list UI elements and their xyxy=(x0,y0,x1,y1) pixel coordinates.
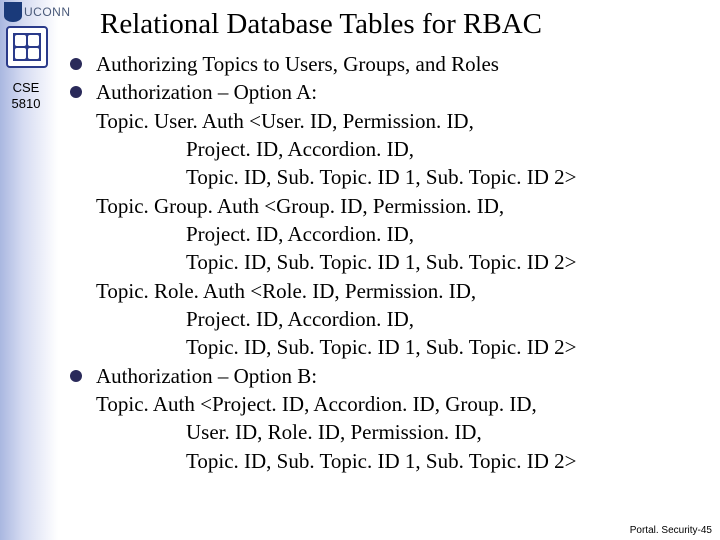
bullet-icon xyxy=(70,86,82,98)
schema-line: Topic. Role. Auth <Role. ID, Permission.… xyxy=(96,277,710,305)
bullet-item: Authorizing Topics to Users, Groups, and… xyxy=(70,50,710,78)
org-name: UCONN xyxy=(24,5,71,19)
course-code-line1: CSE xyxy=(6,80,46,96)
schema-line: Topic. Group. Auth <Group. ID, Permissio… xyxy=(96,192,710,220)
schema-line: Project. ID, Accordion. ID, xyxy=(96,305,710,333)
course-code-line2: 5810 xyxy=(6,96,46,112)
bullet-icon xyxy=(70,370,82,382)
bullet-text: Authorizing Topics to Users, Groups, and… xyxy=(96,50,710,78)
schema-line: User. ID, Role. ID, Permission. ID, xyxy=(96,418,710,446)
schema-line: Topic. ID, Sub. Topic. ID 1, Sub. Topic.… xyxy=(96,333,710,361)
bullet-text: Authorization – Option B: xyxy=(96,362,710,390)
bullet-item: Authorization – Option B: xyxy=(70,362,710,390)
shield-icon xyxy=(4,2,22,22)
slide-footer: Portal. Security-45 xyxy=(630,525,712,536)
schema-line: Topic. ID, Sub. Topic. ID 1, Sub. Topic.… xyxy=(96,248,710,276)
bullet-text: Authorization – Option A: xyxy=(96,78,710,106)
bullet-item: Authorization – Option A: xyxy=(70,78,710,106)
schema-line: Topic. User. Auth <User. ID, Permission.… xyxy=(96,107,710,135)
slide-title: Relational Database Tables for RBAC xyxy=(100,8,542,41)
schema-line: Topic. ID, Sub. Topic. ID 1, Sub. Topic.… xyxy=(96,163,710,191)
bullet-icon xyxy=(70,58,82,70)
schema-line: Topic. Auth <Project. ID, Accordion. ID,… xyxy=(96,390,710,418)
schema-line: Topic. ID, Sub. Topic. ID 1, Sub. Topic.… xyxy=(96,447,710,475)
slide-body: Authorizing Topics to Users, Groups, and… xyxy=(70,50,710,475)
course-code: CSE 5810 xyxy=(6,80,46,111)
schema-line: Project. ID, Accordion. ID, xyxy=(96,135,710,163)
seal-icon xyxy=(6,26,48,68)
schema-line: Project. ID, Accordion. ID, xyxy=(96,220,710,248)
org-logo: UCONN xyxy=(4,2,71,22)
